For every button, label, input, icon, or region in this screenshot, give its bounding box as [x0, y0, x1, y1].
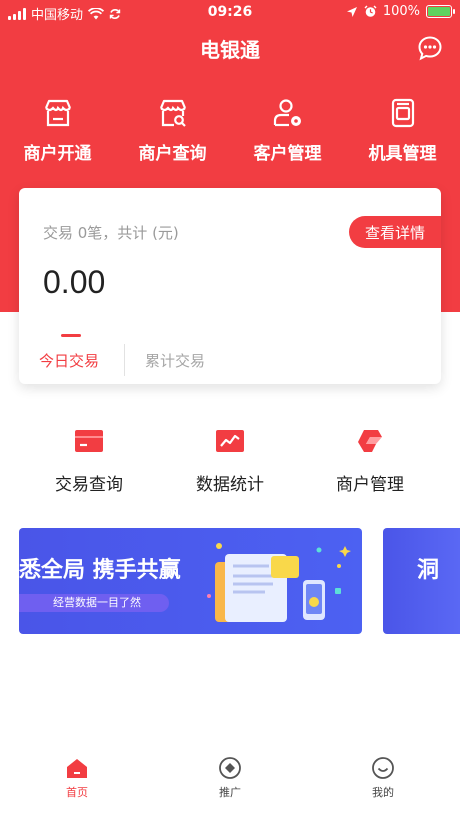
- profile-icon: [372, 757, 394, 779]
- nav-profile[interactable]: 我的: [313, 756, 453, 800]
- feature-merchant-manage[interactable]: 商户管理: [300, 426, 440, 495]
- tab-total-transactions[interactable]: 累计交易: [145, 350, 205, 371]
- chat-bubble-icon[interactable]: [416, 34, 444, 62]
- status-right: 100%: [346, 4, 455, 19]
- nav-label: 首页: [66, 786, 88, 799]
- menu-label: 客户管理: [253, 144, 322, 164]
- store-open-icon: [44, 99, 71, 127]
- banner-title: 悉全局 携手共赢: [19, 558, 181, 583]
- transaction-amount: 0.00: [43, 264, 106, 300]
- menu-customer-manage[interactable]: 客户管理: [230, 96, 345, 164]
- alarm-icon: [364, 5, 377, 17]
- location-arrow-icon: [346, 6, 357, 17]
- feature-label: 商户管理: [336, 475, 404, 495]
- menu-merchant-open[interactable]: 商户开通: [0, 96, 115, 164]
- app-title: 电银通: [200, 38, 260, 62]
- transaction-card: 交易 0笔，共计 (元) 查看详情 0.00 今日交易 累计交易: [19, 188, 441, 384]
- device-manage-icon: [391, 98, 414, 128]
- chart-icon: [216, 430, 244, 452]
- document-phone-illustration: [207, 543, 351, 622]
- card-tabs: 今日交易 累计交易: [19, 340, 441, 376]
- menu-label: 机具管理: [368, 144, 437, 164]
- promo-banner-next[interactable]: 洞: [383, 528, 460, 634]
- active-tab-indicator: [61, 334, 81, 337]
- view-details-button[interactable]: 查看详情: [349, 216, 441, 248]
- bottom-nav: 首页 推广 我的: [0, 748, 460, 818]
- banner-title: 洞: [417, 558, 440, 583]
- feature-transaction-query[interactable]: 交易查询: [19, 426, 159, 495]
- store-search-icon: [159, 99, 186, 127]
- status-bar: 中国移动 09:26 100%: [0, 0, 460, 26]
- nav-home[interactable]: 首页: [7, 756, 147, 800]
- store-manage-icon: [358, 430, 382, 452]
- battery-icon: [426, 5, 455, 18]
- transaction-card-icon: [75, 430, 103, 452]
- battery-percent: 100%: [382, 4, 420, 19]
- menu-device-manage[interactable]: 机具管理: [345, 96, 460, 164]
- menu-merchant-query[interactable]: 商户查询: [115, 96, 230, 164]
- nav-promote[interactable]: 推广: [160, 756, 300, 800]
- tab-divider: [124, 344, 125, 376]
- promo-banner[interactable]: 悉全局 携手共赢 经营数据一目了然: [19, 528, 362, 634]
- user-manage-icon: [273, 99, 301, 127]
- feature-label: 交易查询: [55, 475, 123, 495]
- menu-label: 商户开通: [23, 144, 92, 164]
- tab-today-transactions[interactable]: 今日交易: [39, 350, 99, 371]
- feature-label: 数据统计: [196, 475, 264, 495]
- promote-icon: [219, 757, 241, 779]
- nav-label: 我的: [372, 786, 394, 799]
- battery-level: [428, 7, 450, 16]
- feature-data-statistics[interactable]: 数据统计: [160, 426, 300, 495]
- title-bar: 电银通: [0, 30, 460, 66]
- menu-label: 商户查询: [138, 144, 207, 164]
- nav-label: 推广: [219, 786, 241, 799]
- top-menu: 商户开通 商户查询 客户管理 机具管理: [0, 96, 460, 164]
- home-icon: [67, 759, 87, 778]
- banner-subtitle: 经营数据一目了然: [19, 594, 169, 612]
- transaction-summary: 交易 0笔，共计 (元): [43, 224, 179, 242]
